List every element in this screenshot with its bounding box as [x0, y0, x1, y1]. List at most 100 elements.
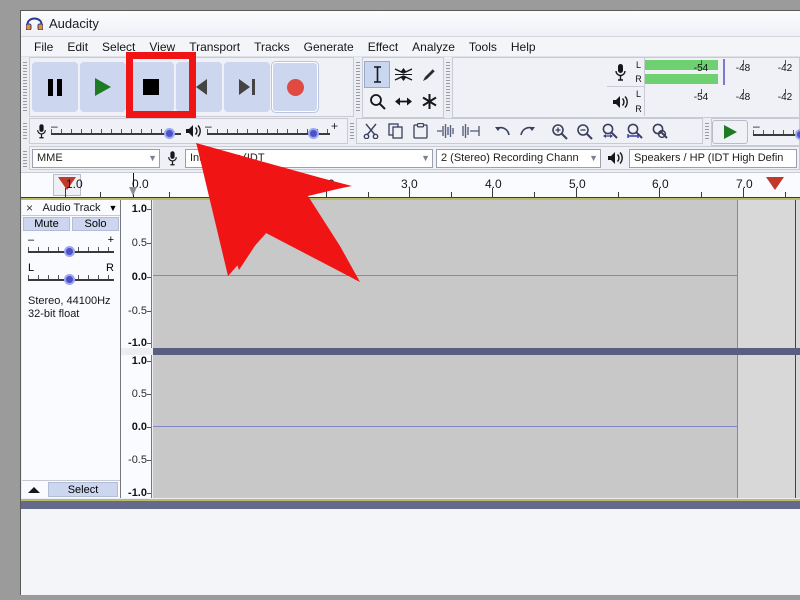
edit-toolbar-grip[interactable]: [348, 118, 356, 146]
playback-volume-plus-label: +: [331, 119, 338, 133]
chevron-down-icon[interactable]: ▼: [106, 203, 120, 213]
recording-channels-value: 2 (Stereo) Recording Chann: [441, 152, 579, 164]
undo-button[interactable]: [490, 119, 515, 143]
waveform-left-channel[interactable]: [153, 200, 800, 348]
menu-item-analyze[interactable]: Analyze: [405, 38, 462, 56]
skip-to-end-button[interactable]: [224, 62, 270, 112]
vruler-label: 1.0: [132, 203, 147, 215]
playback-meter-scale: -54 -48 -42 -36 -30 -24 -18: [644, 87, 645, 116]
clip-end-boundary-right: [737, 355, 738, 498]
meter-channel-r: R: [635, 104, 642, 114]
track-gain-thumb[interactable]: [64, 246, 75, 257]
menu-item-generate[interactable]: Generate: [297, 38, 361, 56]
stop-button[interactable]: [128, 62, 174, 112]
speaker-icon: [181, 123, 205, 139]
time-shift-tool[interactable]: [390, 88, 416, 115]
track-pan-slider[interactable]: L R: [28, 262, 114, 288]
redo-button[interactable]: [515, 119, 540, 143]
triangle-up-icon[interactable]: [22, 481, 46, 498]
vruler-label: 0.5: [132, 388, 147, 400]
audio-track[interactable]: × Audio Track ▼ Mute Solo – + L R: [21, 198, 800, 501]
transport-toolbar-grip[interactable]: [21, 57, 29, 118]
ruler-label: 7.0: [736, 177, 753, 191]
timeline-ruler[interactable]: 1.0 0.0 2.0 3.0 4.0 5.0 6.0 7.0: [21, 172, 800, 198]
skip-to-start-button[interactable]: [176, 62, 222, 112]
audio-host-select[interactable]: MME ▼: [32, 149, 160, 168]
recording-meter-bar-r: [645, 74, 718, 84]
gain-minus-label: –: [28, 234, 34, 246]
selection-tool[interactable]: [364, 61, 390, 88]
fit-selection-button[interactable]: [597, 119, 622, 143]
playback-volume-thumb[interactable]: [308, 128, 319, 139]
playback-volume-slider[interactable]: – +: [205, 120, 338, 142]
headphones-icon: [26, 16, 43, 31]
multi-tool[interactable]: [416, 88, 442, 115]
trim-audio-button[interactable]: [433, 119, 458, 143]
track-gain-slider[interactable]: – +: [28, 234, 114, 260]
menu-item-select[interactable]: Select: [95, 38, 142, 56]
playback-device-select[interactable]: Speakers / HP (IDT High Defin: [629, 149, 797, 168]
cut-button[interactable]: [358, 119, 383, 143]
draw-tool[interactable]: [416, 61, 442, 88]
track-name-label[interactable]: Audio Track: [37, 202, 106, 214]
recording-meter-grip[interactable]: [444, 57, 452, 118]
meter-tick-label: -42: [778, 92, 792, 103]
edit-toolbar: [356, 118, 703, 144]
recording-volume-thumb[interactable]: [164, 128, 175, 139]
track-panel-area[interactable]: × Audio Track ▼ Mute Solo – + L R: [21, 198, 800, 509]
ruler-label: 1.0: [66, 177, 83, 191]
playback-meter-toolbar[interactable]: L R -54 -48 -42 -36 -30 -24 -18: [607, 87, 645, 116]
track-pan-thumb[interactable]: [64, 274, 75, 285]
toolbar-dock: L R -54 -48 -42 -36 -30 -24 -1: [21, 57, 800, 172]
menu-item-help[interactable]: Help: [504, 38, 543, 56]
menu-item-view[interactable]: View: [142, 38, 182, 56]
recording-volume-slider[interactable]: –: [51, 120, 181, 142]
recording-channels-select[interactable]: 2 (Stereo) Recording Chann ▼: [436, 149, 601, 168]
menu-item-effect[interactable]: Effect: [361, 38, 405, 56]
channel-separator: [153, 348, 800, 355]
waveform-right-channel[interactable]: [153, 355, 800, 498]
tools-toolbar-grip[interactable]: [354, 57, 362, 118]
copy-button[interactable]: [383, 119, 408, 143]
select-track-button[interactable]: Select: [48, 482, 118, 497]
mixer-toolbar-grip[interactable]: [21, 118, 29, 146]
playback-speed-slider[interactable]: –: [753, 121, 799, 143]
playback-device-value: Speakers / HP (IDT High Defin: [634, 152, 783, 164]
pencil-icon: [421, 66, 438, 83]
playback-speed-thumb[interactable]: [795, 129, 800, 140]
pinned-record-triangle-icon[interactable]: [766, 177, 784, 190]
play-at-speed-grip[interactable]: [703, 118, 711, 146]
play-button[interactable]: [80, 62, 126, 112]
menu-item-file[interactable]: File: [27, 38, 60, 56]
envelope-tool[interactable]: [390, 61, 416, 88]
zoom-tool[interactable]: [364, 88, 390, 115]
recording-meter-peak-marker: [723, 59, 725, 85]
mute-button[interactable]: Mute: [23, 217, 70, 231]
close-track-button[interactable]: ×: [22, 201, 37, 215]
play-at-speed-button[interactable]: [712, 120, 748, 144]
meter-channel-l: L: [636, 60, 641, 70]
ruler-label: 5.0: [569, 177, 586, 191]
recording-device-value: Intern rray (IDT: [190, 152, 265, 164]
menu-item-tools[interactable]: Tools: [462, 38, 504, 56]
zoom-out-button[interactable]: [572, 119, 597, 143]
recording-meter-toolbar[interactable]: L R -54 -48 -42 -36 -30 -24 -1: [607, 58, 645, 87]
menu-item-tracks[interactable]: Tracks: [247, 38, 297, 56]
device-toolbar-grip[interactable]: [21, 146, 29, 172]
redo-arrow-icon: [518, 124, 537, 138]
recording-device-select[interactable]: Intern rray (IDT ▼: [185, 149, 433, 168]
pan-left-label: L: [28, 262, 34, 274]
silence-audio-button[interactable]: [458, 119, 483, 143]
solo-button[interactable]: Solo: [72, 217, 119, 231]
fit-project-button[interactable]: [622, 119, 647, 143]
zoom-toggle-button[interactable]: [647, 119, 672, 143]
menu-item-transport[interactable]: Transport: [182, 38, 247, 56]
record-button[interactable]: [272, 62, 318, 112]
paste-button[interactable]: [408, 119, 433, 143]
menu-item-edit[interactable]: Edit: [60, 38, 95, 56]
track-control-panel[interactable]: × Audio Track ▼ Mute Solo – + L R: [22, 200, 121, 498]
clip-end-boundary-left: [737, 200, 738, 348]
zoom-in-button[interactable]: [547, 119, 572, 143]
waveform-unselected-region-left: [737, 200, 800, 348]
pause-button[interactable]: [32, 62, 78, 112]
